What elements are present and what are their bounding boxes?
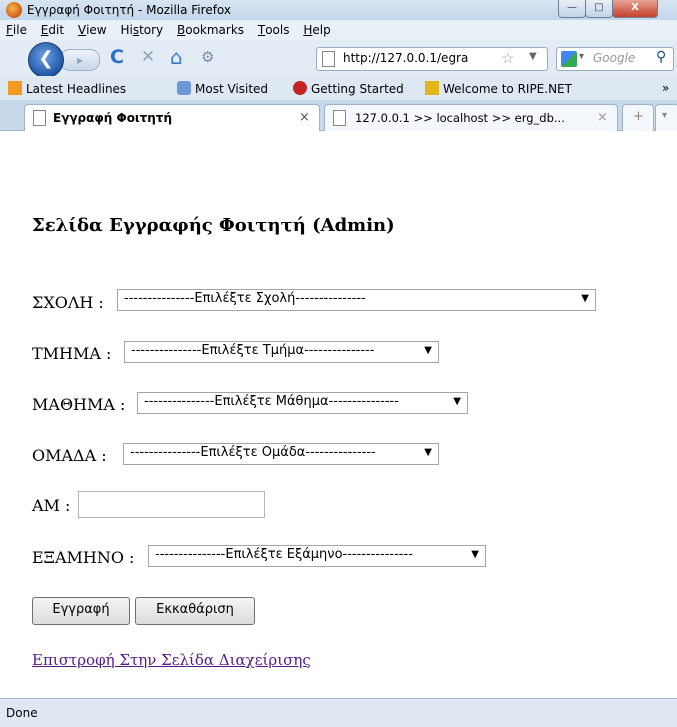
title-bar: Εγγραφή Φοιτητή - Mozilla Firefox — □ X [0, 0, 677, 20]
window-title: Εγγραφή Φοιτητή - Mozilla Firefox [27, 3, 231, 17]
am-input[interactable] [78, 491, 265, 518]
tab-page-icon [33, 110, 46, 126]
chevron-down-icon: ▼ [581, 293, 589, 304]
tab-list-icon: ▾ [662, 110, 668, 121]
google-engine-icon[interactable] [561, 51, 577, 67]
chevron-down-icon: ▼ [471, 549, 479, 560]
semester-label: ΕΞΑΜΗΝΟ : [32, 548, 135, 567]
ripe-icon [425, 81, 439, 95]
department-label: ΤΜΗΜΑ : [32, 344, 112, 363]
menu-help[interactable]: Help [303, 20, 330, 40]
maximize-button[interactable]: □ [585, 0, 613, 18]
status-bar: Done [0, 698, 677, 727]
firefox-bookmark-icon [293, 81, 307, 95]
tab-close-icon[interactable]: × [597, 110, 608, 125]
bookmarks-overflow-button[interactable]: » [662, 81, 669, 95]
semester-select[interactable]: ---------------Επιλέξτε Εξάμηνο---------… [148, 545, 486, 567]
tab-label: Εγγραφή Φοιτητή [53, 111, 173, 125]
group-select[interactable]: ---------------Επιλέξτε Ομάδα-----------… [123, 443, 439, 465]
rss-icon [8, 81, 22, 95]
menu-bar: File Edit View History Bookmarks Tools H… [0, 20, 677, 40]
semester-select-value: ---------------Επιλέξτε Εξάμηνο---------… [155, 547, 413, 562]
home-icon[interactable]: ⌂ [170, 46, 183, 68]
tab-close-icon[interactable]: × [299, 110, 310, 125]
bookmark-most-visited[interactable]: Most Visited [177, 81, 268, 96]
reload-icon[interactable]: C [110, 46, 124, 68]
stop-icon[interactable]: ✕ [141, 46, 155, 68]
menu-file[interactable]: File [6, 20, 27, 40]
school-select-value: ---------------Επιλέξτε Σχολή-----------… [124, 291, 366, 306]
firefox-logo-icon [6, 2, 22, 18]
url-text: http://127.0.0.1/egra [343, 51, 469, 65]
course-select-value: ---------------Επιλέξτε Μάθημα----------… [144, 394, 399, 409]
group-select-value: ---------------Επιλέξτε Ομάδα-----------… [130, 445, 376, 460]
minimize-button[interactable]: — [558, 0, 586, 18]
tab-inactive[interactable]: 127.0.0.1 >> localhost >> erg_db... × [324, 104, 618, 131]
page-title: Σελίδα Εγγραφής Φοιτητή (Admin) [32, 215, 395, 236]
school-label: ΣΧΟΛΗ : [32, 293, 104, 312]
course-select[interactable]: ---------------Επιλέξτε Μάθημα----------… [137, 392, 468, 414]
search-placeholder: Google [593, 51, 636, 65]
new-tab-button[interactable]: + [622, 104, 654, 131]
status-text: Done [6, 706, 38, 720]
close-button[interactable]: X [612, 0, 658, 18]
most-visited-icon [177, 81, 191, 95]
submit-button[interactable]: Εγγραφή [32, 597, 130, 625]
bookmark-latest-headlines[interactable]: Latest Headlines [8, 81, 126, 96]
menu-view[interactable]: View [78, 20, 107, 40]
school-select[interactable]: ---------------Επιλέξτε Σχολή-----------… [117, 289, 596, 311]
page-content: Σελίδα Εγγραφής Φοιτητή (Admin) ΣΧΟΛΗ : … [0, 131, 677, 698]
back-button[interactable]: ❮ [28, 42, 64, 78]
group-label: ΟΜΑΔΑ : [32, 446, 107, 465]
course-label: ΜΑΘΗΜΑ : [32, 395, 126, 414]
department-select[interactable]: ---------------Επιλέξτε Τμήμα-----------… [124, 341, 439, 363]
menu-history[interactable]: History [120, 20, 163, 40]
menu-edit[interactable]: Edit [41, 20, 64, 40]
tab-label: 127.0.0.1 >> localhost >> erg_db... [355, 111, 565, 125]
back-to-admin-link[interactable]: Επιστροφή Στην Σελίδα Διαχείρισης [32, 651, 311, 669]
tab-page-icon [333, 110, 346, 126]
bookmark-star-icon[interactable]: ☆ [501, 49, 514, 67]
clear-button[interactable]: Εκκαθάριση [135, 597, 255, 625]
forward-button[interactable]: ▸ [60, 49, 100, 71]
search-icon[interactable]: ⚲ [656, 49, 666, 65]
search-bar[interactable]: ▾ Google ⚲ [556, 47, 674, 71]
bookmark-ripe[interactable]: Welcome to RIPE.NET [425, 81, 572, 96]
new-tab-icon: + [633, 109, 644, 124]
url-dropdown-icon[interactable]: ▼ [529, 51, 537, 62]
url-bar[interactable]: http://127.0.0.1/egra ☆ ▼ [316, 47, 548, 71]
chevron-down-icon: ▼ [453, 396, 461, 407]
extension-icon[interactable]: ⚙ [201, 46, 214, 68]
browser-window: Εγγραφή Φοιτητή - Mozilla Firefox — □ X … [0, 0, 677, 727]
department-select-value: ---------------Επιλέξτε Τμήμα-----------… [131, 343, 375, 358]
chevron-down-icon: ▼ [424, 345, 432, 356]
tab-strip: Εγγραφή Φοιτητή × 127.0.0.1 >> localhost… [0, 100, 677, 131]
tab-list-button[interactable]: ▾ [655, 104, 677, 131]
tab-active[interactable]: Εγγραφή Φοιτητή × [24, 104, 320, 131]
menu-tools[interactable]: Tools [258, 20, 290, 40]
bookmark-getting-started[interactable]: Getting Started [293, 81, 404, 96]
search-engine-dropdown-icon[interactable]: ▾ [579, 51, 584, 62]
bookmarks-toolbar: Latest Headlines Most Visited Getting St… [0, 76, 677, 100]
chevron-down-icon: ▼ [424, 447, 432, 458]
menu-bookmarks[interactable]: Bookmarks [177, 20, 244, 40]
page-icon [322, 51, 335, 67]
am-label: ΑΜ : [32, 496, 71, 515]
